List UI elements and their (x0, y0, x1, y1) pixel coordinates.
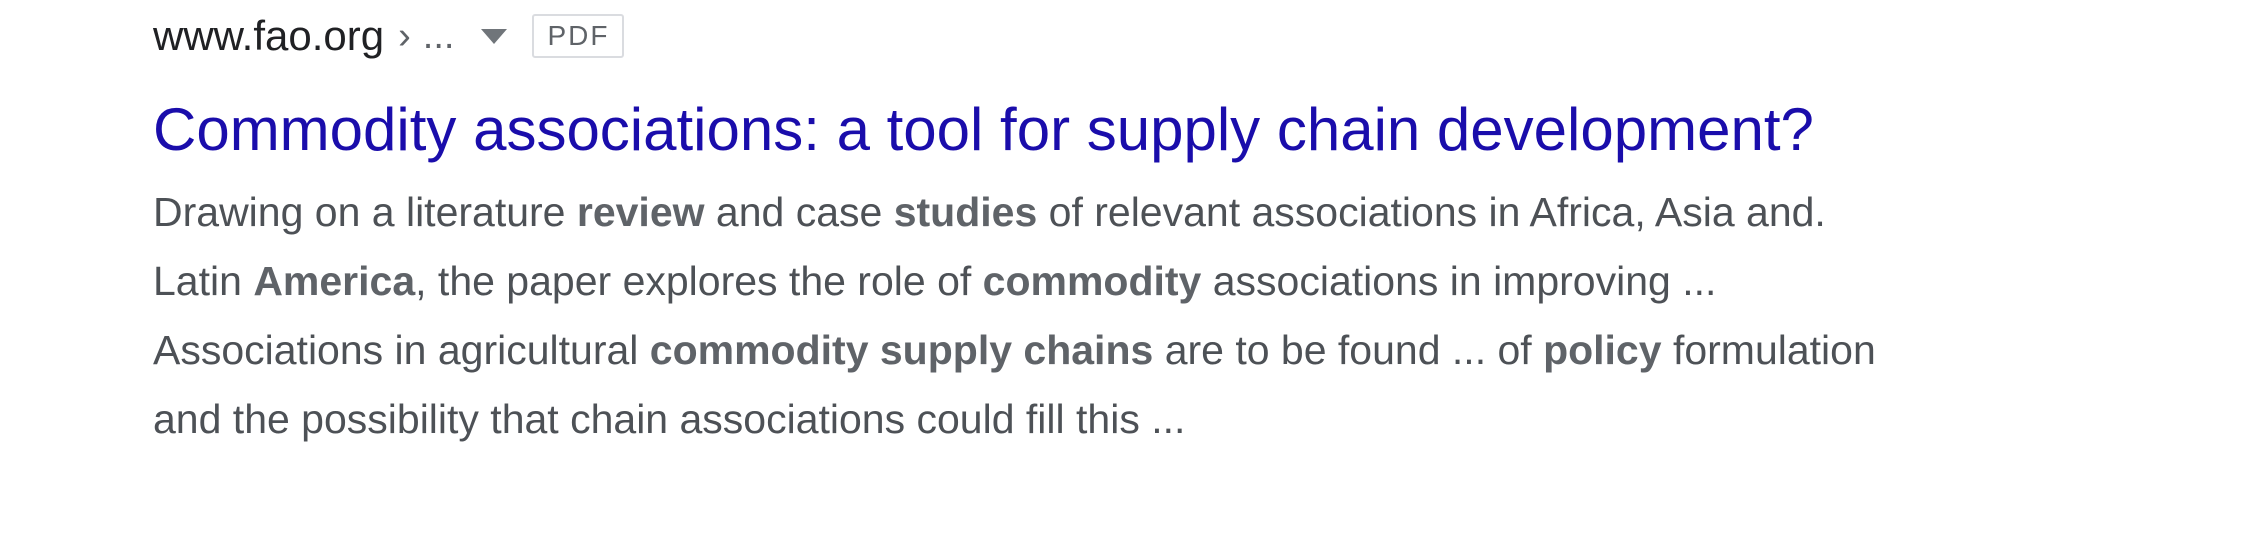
snippet-text: formulation (1661, 327, 1876, 373)
result-title-link[interactable]: Commodity associations: a tool for suppl… (153, 96, 2153, 164)
snippet-text: , the paper explores the role of (415, 258, 983, 304)
snippet-highlight: commodity (982, 258, 1202, 304)
search-result: www.fao.org › ... PDF Commodity associat… (153, 10, 2153, 454)
snippet-text: Associations in agricultural (153, 327, 650, 373)
result-snippet: Drawing on a literature review and case … (153, 178, 2053, 454)
snippet-text: Latin (153, 258, 254, 304)
snippet-line: and the possibility that chain associati… (153, 385, 2053, 454)
snippet-highlight: America (253, 258, 416, 304)
snippet-text: associations in improving ... (1201, 258, 1717, 304)
chevron-down-icon (481, 28, 508, 44)
breadcrumb-path: ... (422, 15, 455, 57)
snippet-line: Latin America, the paper explores the ro… (153, 247, 2053, 316)
result-options-button[interactable] (476, 18, 512, 54)
file-type-badge: PDF (532, 14, 625, 58)
snippet-text: and case (704, 189, 894, 235)
breadcrumb-separator: › (398, 15, 411, 57)
snippet-text: are to be found ... of (1153, 327, 1544, 373)
snippet-line: Associations in agricultural commodity s… (153, 316, 2053, 385)
snippet-highlight: commodity supply chains (649, 327, 1154, 373)
snippet-highlight: review (576, 189, 705, 235)
snippet-text: of relevant associations in Africa, Asia… (1037, 189, 1826, 235)
snippet-line: Drawing on a literature review and case … (153, 178, 2053, 247)
snippet-highlight: studies (893, 189, 1038, 235)
result-domain: www.fao.org (153, 12, 385, 59)
snippet-highlight: policy (1543, 327, 1662, 373)
snippet-text: and the possibility that chain associati… (153, 396, 1186, 442)
snippet-text: Drawing on a literature (153, 189, 577, 235)
result-cite: www.fao.org › ... PDF (153, 10, 2153, 62)
